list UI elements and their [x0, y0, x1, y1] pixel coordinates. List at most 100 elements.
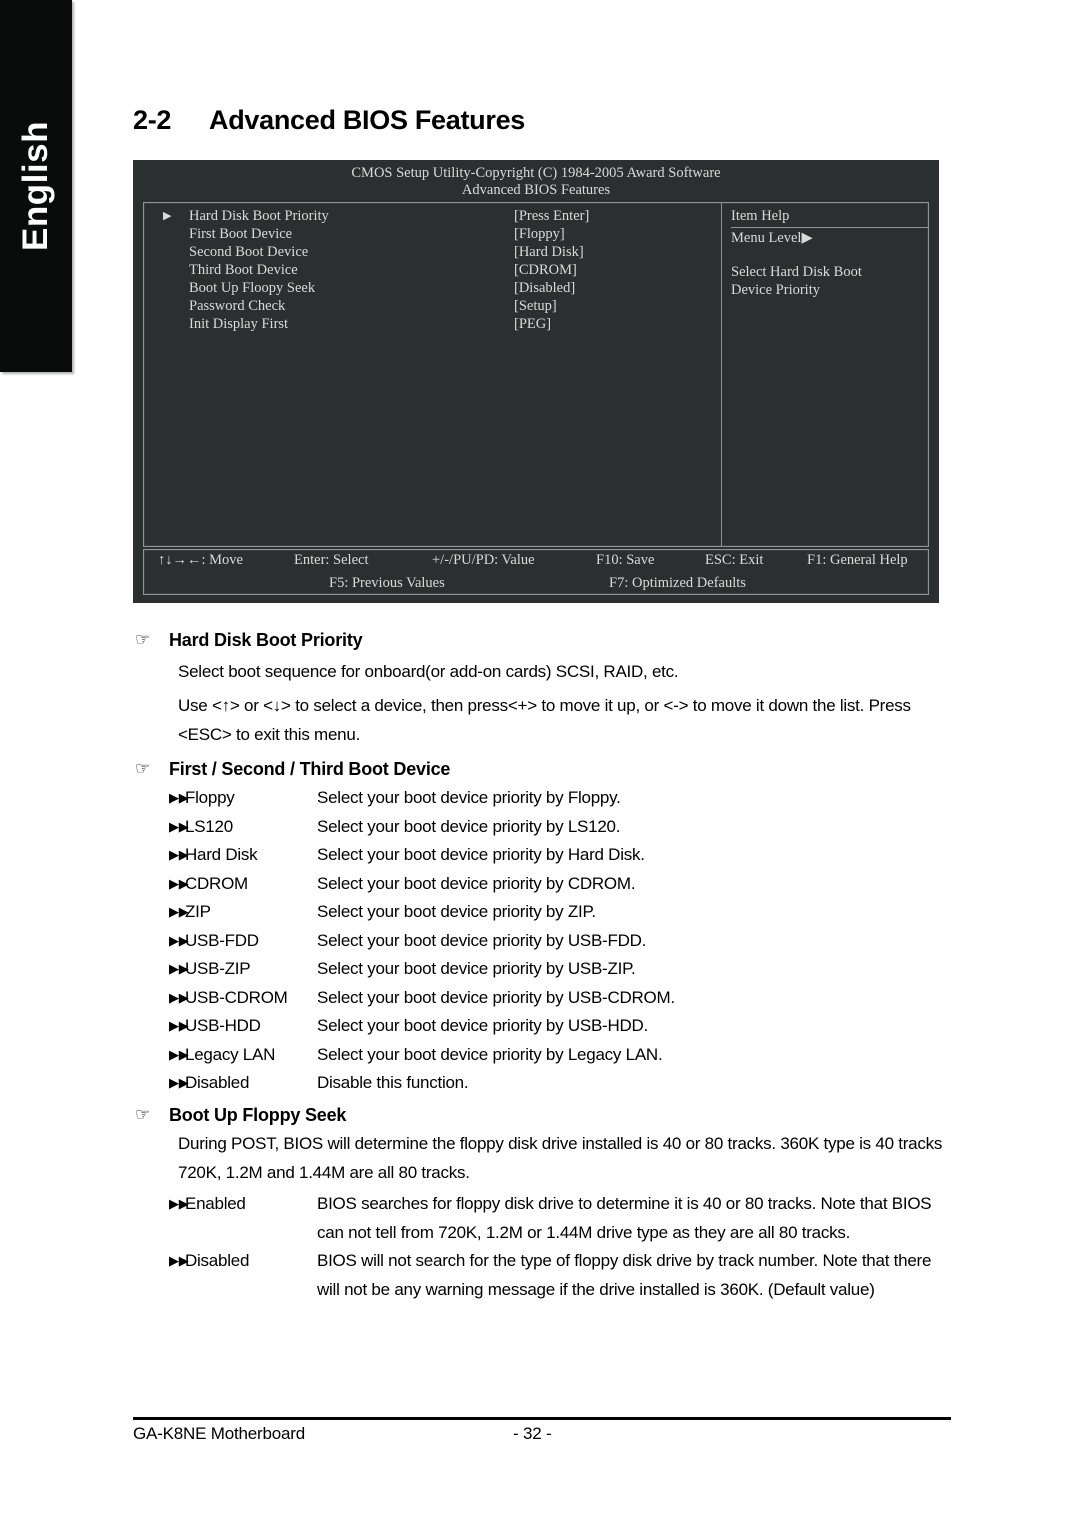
key-f1-help: F1: General Help	[807, 552, 908, 568]
option-row: ▶▶ Enabled BIOS searches for floppy disk…	[133, 1190, 951, 1247]
help-spacer	[731, 247, 928, 263]
bios-row-init-display-first[interactable]: Init Display First [PEG]	[144, 315, 721, 333]
option-description: Disable this function.	[317, 1073, 469, 1092]
item-help-title: Item Help	[731, 207, 928, 228]
option-name: LS120	[185, 816, 233, 836]
submenu-arrow-icon: ▶	[163, 210, 172, 222]
bios-row-value: [Floppy]	[514, 226, 565, 242]
option-name: USB-HDD	[185, 1016, 261, 1035]
section-hard-disk-boot-priority: ☞ Hard Disk Boot Priority Select boot se…	[133, 628, 951, 749]
option-row: ▶▶ Disabled BIOS will not search for the…	[133, 1247, 951, 1304]
bios-row-value: [Setup]	[514, 298, 557, 314]
bios-row-label: Password Check	[189, 298, 286, 314]
pointing-hand-icon: ☞	[135, 759, 151, 778]
section-heading-label: Hard Disk Boot Priority	[169, 630, 363, 650]
key-f7-defaults: F7: Optimized Defaults	[609, 575, 746, 591]
option-description: BIOS searches for floppy disk drive to d…	[317, 1194, 932, 1242]
option-list: ▶▶ Enabled BIOS searches for floppy disk…	[133, 1190, 951, 1304]
footer-product-name: GA-K8NE Motherboard	[133, 1424, 305, 1443]
option-row: ▶▶ Floppy Select your boot device priori…	[133, 784, 951, 813]
option-row: ▶▶ Legacy LAN Select your boot device pr…	[133, 1041, 951, 1070]
key-f5-previous: F5: Previous Values	[329, 575, 445, 591]
bios-settings-rows: ▶ Hard Disk Boot Priority [Press Enter] …	[144, 203, 721, 333]
section-heading-label: First / Second / Third Boot Device	[169, 759, 451, 779]
footer-page-number: - 32 -	[513, 1424, 552, 1443]
bios-menu-name: Advanced BIOS Features	[461, 182, 611, 198]
section-paragraph: During POST, BIOS will determine the flo…	[178, 1134, 943, 1182]
option-list: ▶▶ Floppy Select your boot device priori…	[133, 784, 951, 1098]
option-name: CDROM	[185, 873, 248, 893]
section-heading-label: Boot Up Floppy Seek	[169, 1105, 347, 1125]
option-row: ▶▶ CDROM Select your boot device priorit…	[133, 870, 951, 899]
bios-row-label: First Boot Device	[189, 226, 293, 242]
bios-item-help-panel: Item Help Menu Level▶ Select Hard Disk B…	[722, 203, 928, 546]
bios-titlebar: CMOS Setup Utility-Copyright (C) 1984-20…	[133, 160, 939, 199]
footer-divider	[133, 1417, 951, 1420]
option-row: ▶▶ LS120 Select your boot device priorit…	[133, 813, 951, 842]
menu-level-label: Menu Level	[731, 230, 802, 246]
option-row: ▶▶ USB-FDD Select your boot device prior…	[133, 927, 951, 956]
option-row: ▶▶ USB-CDROM Select your boot device pri…	[133, 984, 951, 1013]
bios-settings-list: ▶ Hard Disk Boot Priority [Press Enter] …	[144, 203, 722, 546]
bios-key-legend: ↑↓→←: Move Enter: Select +/-/PU/PD: Valu…	[143, 549, 929, 595]
option-row: ▶▶ USB-ZIP Select your boot device prior…	[133, 955, 951, 984]
bios-copyright-line: CMOS Setup Utility-Copyright (C) 1984-20…	[351, 165, 721, 181]
item-help-text-line-1: Select Hard Disk Boot	[731, 264, 862, 280]
bios-row-label: Second Boot Device	[189, 244, 309, 260]
option-description: Select your boot device priority by CDRO…	[317, 873, 636, 893]
bios-row-boot-up-floppy-seek[interactable]: Boot Up Floopy Seek [Disabled]	[144, 279, 721, 297]
option-name: Disabled	[185, 1251, 250, 1270]
option-description: Select your boot device priority by USB-…	[317, 930, 647, 950]
bios-row-hard-disk-boot-priority[interactable]: ▶ Hard Disk Boot Priority [Press Enter]	[144, 207, 721, 225]
bios-row-label: Boot Up Floopy Seek	[189, 280, 316, 296]
section-boot-up-floppy-seek: ☞ Boot Up Floppy Seek During POST, BIOS …	[133, 1103, 951, 1304]
option-name: Hard Disk	[185, 845, 258, 864]
bios-row-first-boot-device[interactable]: First Boot Device [Floppy]	[144, 225, 721, 243]
option-description: Select your boot device priority by LS12…	[317, 816, 621, 836]
bios-row-value: [Disabled]	[514, 280, 576, 296]
option-row: ▶▶ ZIP Select your boot device priority …	[133, 898, 951, 927]
bios-body-panel: ▶ Hard Disk Boot Priority [Press Enter] …	[143, 202, 929, 547]
option-row: ▶▶ USB-HDD Select your boot device prior…	[133, 1012, 951, 1041]
option-name: Legacy LAN	[185, 1044, 276, 1064]
option-description: Select your boot device priority by USB-…	[317, 959, 636, 978]
menu-level-arrow-icon: ▶	[801, 230, 813, 246]
bios-row-value: [Press Enter]	[514, 208, 590, 224]
section-number: 2-2	[133, 105, 172, 135]
bios-row-value: [Hard Disk]	[514, 244, 584, 260]
option-name: USB-CDROM	[185, 987, 288, 1007]
option-name: USB-FDD	[185, 930, 259, 950]
key-enter-select: Enter: Select	[294, 552, 369, 568]
section-paragraph: Select boot sequence for onboard(or add-…	[178, 662, 679, 681]
key-esc-exit: ESC: Exit	[705, 552, 764, 568]
pointing-hand-icon: ☞	[135, 630, 151, 649]
option-row: ▶▶ Hard Disk Select your boot device pri…	[133, 841, 951, 870]
key-move: ↑↓→←: Move	[158, 552, 243, 568]
option-description: Select your boot device priority by ZIP.	[317, 902, 596, 921]
option-description: Select your boot device priority by Lega…	[317, 1044, 663, 1064]
bios-row-password-check[interactable]: Password Check [Setup]	[144, 297, 721, 315]
option-name: USB-ZIP	[185, 959, 251, 978]
option-name: Enabled	[185, 1194, 246, 1213]
bios-row-second-boot-device[interactable]: Second Boot Device [Hard Disk]	[144, 243, 721, 261]
bios-row-value: [PEG]	[514, 316, 552, 332]
option-row: ▶▶ Disabled Disable this function.	[133, 1069, 951, 1098]
option-description: Select your boot device priority by Hard…	[317, 845, 645, 864]
section-title: Advanced BIOS Features	[209, 105, 526, 135]
option-description: Select your boot device priority by Flop…	[317, 788, 621, 807]
section-heading: ☞ Hard Disk Boot Priority	[133, 628, 951, 652]
bios-key-legend-row-1: ↑↓→←: Move Enter: Select +/-/PU/PD: Valu…	[144, 550, 928, 573]
bios-setup-screenshot: CMOS Setup Utility-Copyright (C) 1984-20…	[133, 160, 939, 603]
option-description: BIOS will not search for the type of flo…	[317, 1251, 932, 1299]
language-tab-label: English	[16, 121, 55, 251]
option-name: ZIP	[185, 902, 211, 921]
pointing-hand-icon: ☞	[135, 1105, 151, 1124]
option-name: Disabled	[185, 1073, 250, 1092]
bios-row-label: Init Display First	[189, 316, 289, 332]
section-boot-device: ☞ First / Second / Third Boot Device ▶▶ …	[133, 757, 951, 1098]
option-name: Floppy	[185, 788, 235, 807]
key-f10-save: F10: Save	[596, 552, 655, 568]
language-tab: English	[0, 0, 72, 372]
bios-row-third-boot-device[interactable]: Third Boot Device [CDROM]	[144, 261, 721, 279]
bios-row-value: [CDROM]	[514, 262, 577, 278]
